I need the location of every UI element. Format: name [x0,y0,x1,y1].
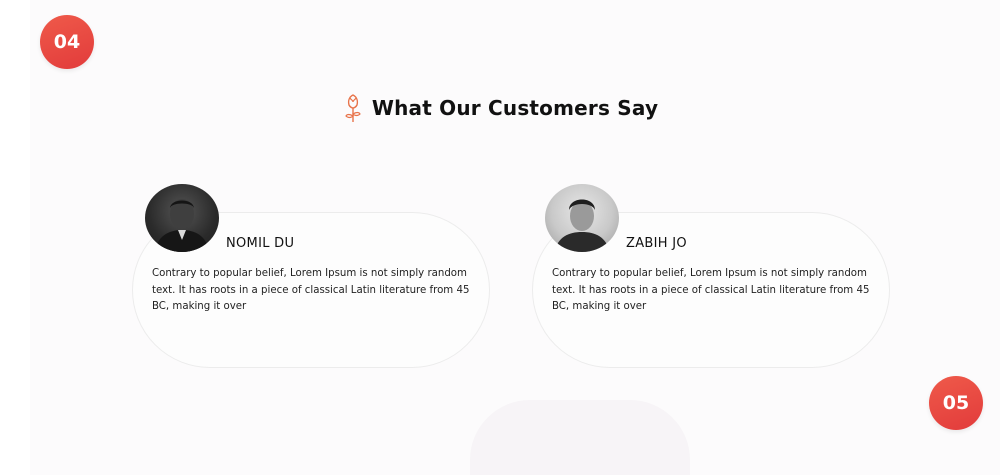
customer-name: NOMIL DU [226,236,295,251]
step-badge-05: 05 [929,376,983,430]
testimonial-text: Contrary to popular belief, Lorem Ipsum … [552,268,870,312]
section-heading: What Our Customers Say [0,92,1000,124]
background-decoration [470,400,690,475]
section-title: What Our Customers Say [371,96,659,120]
customer-name: ZABIH JO [626,236,687,251]
avatar [145,184,219,252]
step-badge-04: 04 [40,15,94,69]
testimonial-text: Contrary to popular belief, Lorem Ipsum … [152,268,470,312]
rose-icon [345,94,361,122]
avatar [545,184,619,252]
